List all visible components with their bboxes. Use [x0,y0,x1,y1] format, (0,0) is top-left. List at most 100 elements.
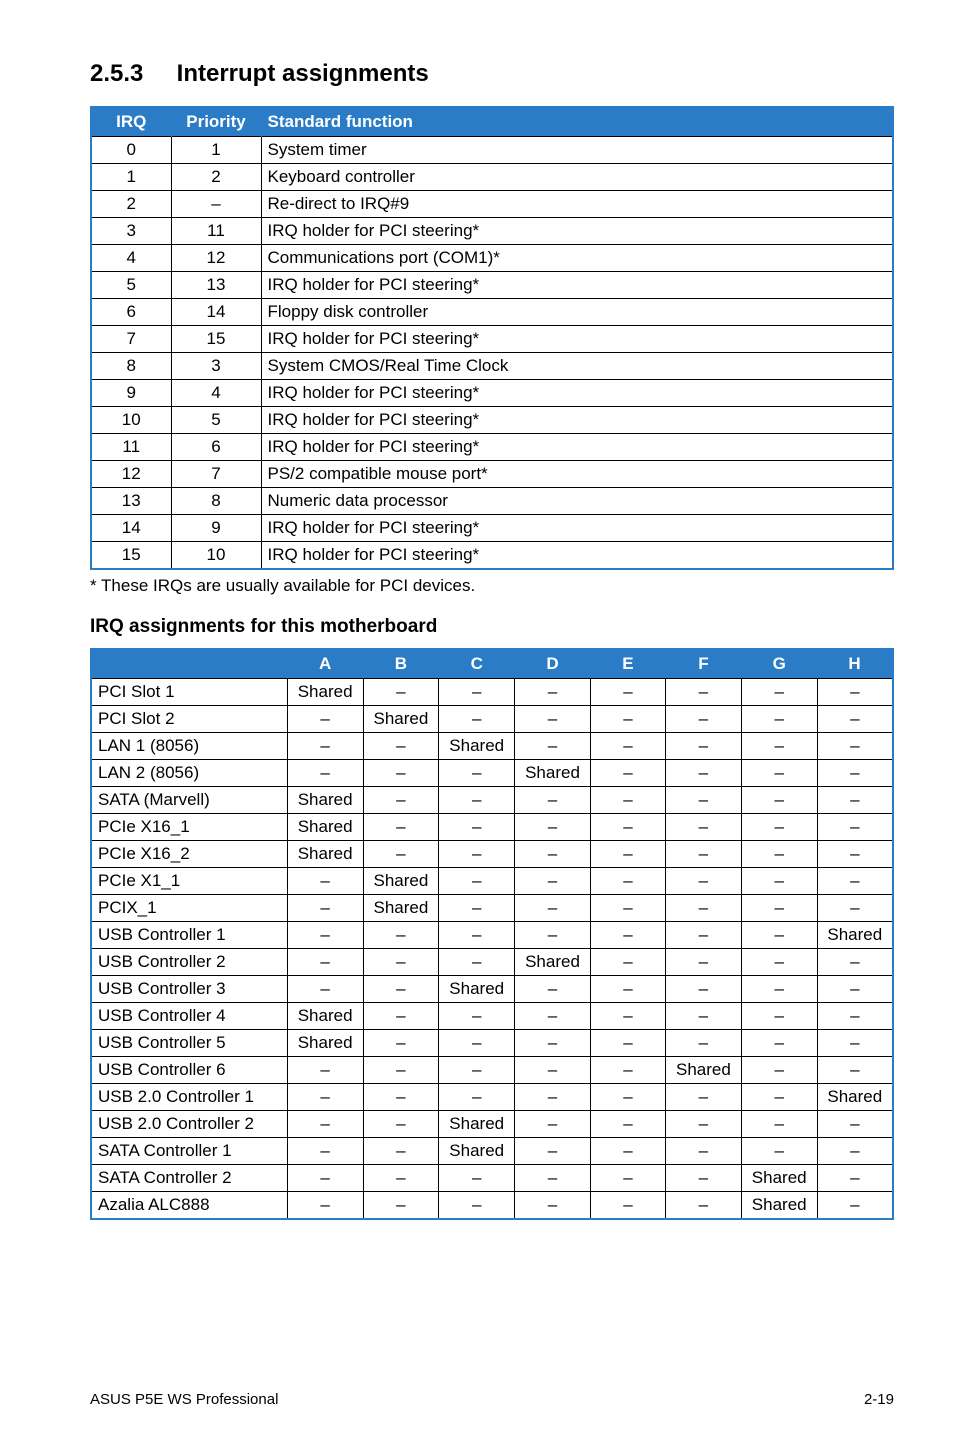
mb-value-cell: – [363,976,439,1003]
mb-value-cell: – [817,787,893,814]
function-cell: System timer [261,137,893,164]
mb-value-cell: – [515,868,591,895]
irq-cell: 11 [91,434,171,461]
mb-value-cell: – [439,1003,515,1030]
table-row: USB Controller 2–––Shared–––– [91,949,893,976]
mb-value-cell: – [363,841,439,868]
table-row: 1510IRQ holder for PCI steering* [91,542,893,570]
mb-value-cell: – [515,922,591,949]
mb-value-cell: – [439,1192,515,1220]
mb-value-cell: – [590,895,665,922]
mb-value-cell: – [363,1084,439,1111]
irq-cell: 6 [91,299,171,326]
mb-row-label: PCIe X1_1 [91,868,287,895]
mb-value-cell: – [817,868,893,895]
function-cell: PS/2 compatible mouse port* [261,461,893,488]
mb-value-cell: – [287,1192,363,1220]
table-row: LAN 2 (8056)–––Shared–––– [91,760,893,787]
mb-row-label: SATA Controller 1 [91,1138,287,1165]
mb-value-cell: – [741,868,817,895]
mb-value-cell: – [287,895,363,922]
irq-header-cell: Standard function [261,107,893,137]
mb-value-cell: Shared [439,1111,515,1138]
function-cell: System CMOS/Real Time Clock [261,353,893,380]
irq-footnote: * These IRQs are usually available for P… [90,576,894,596]
mb-value-cell: – [363,1192,439,1220]
mb-value-cell: – [287,922,363,949]
mb-value-cell: – [590,976,665,1003]
priority-cell: 14 [171,299,261,326]
mb-value-cell: – [515,1003,591,1030]
mb-value-cell: – [287,1111,363,1138]
mb-value-cell: – [666,706,742,733]
mb-row-label: USB Controller 3 [91,976,287,1003]
mb-value-cell: – [439,949,515,976]
mb-value-cell: – [817,1057,893,1084]
mb-value-cell: – [741,1003,817,1030]
mb-value-cell: – [817,895,893,922]
mb-value-cell: – [666,1111,742,1138]
mb-value-cell: – [515,1192,591,1220]
mb-value-cell: – [741,922,817,949]
mb-value-cell: – [741,733,817,760]
mb-value-cell: – [741,895,817,922]
mb-value-cell: – [741,1057,817,1084]
mb-header-cell: D [515,649,591,679]
table-row: 01System timer [91,137,893,164]
function-cell: Numeric data processor [261,488,893,515]
table-row: USB Controller 3––Shared––––– [91,976,893,1003]
mb-row-label: USB Controller 2 [91,949,287,976]
mb-row-label: USB 2.0 Controller 2 [91,1111,287,1138]
mb-value-cell: Shared [287,1030,363,1057]
mb-value-cell: – [741,1111,817,1138]
irq-cell: 1 [91,164,171,191]
irq-table: IRQPriorityStandard function 01System ti… [90,106,894,570]
irq-cell: 0 [91,137,171,164]
mb-value-cell: – [363,814,439,841]
mb-value-cell: – [666,841,742,868]
irq-cell: 14 [91,515,171,542]
mb-value-cell: – [363,1030,439,1057]
irq-cell: 15 [91,542,171,570]
mb-row-label: LAN 1 (8056) [91,733,287,760]
mb-value-cell: – [515,1057,591,1084]
table-row: USB 2.0 Controller 1–––––––Shared [91,1084,893,1111]
table-row: SATA (Marvell)Shared––––––– [91,787,893,814]
mb-value-cell: – [515,706,591,733]
mb-value-cell: – [817,1138,893,1165]
mb-value-cell: Shared [741,1192,817,1220]
mb-value-cell: – [741,1138,817,1165]
mb-value-cell: – [817,760,893,787]
table-row: SATA Controller 1––Shared––––– [91,1138,893,1165]
priority-cell: 2 [171,164,261,191]
mb-value-cell: Shared [287,679,363,706]
mb-value-cell: – [515,1084,591,1111]
section-heading: 2.5.3 Interrupt assignments [90,60,894,88]
mb-value-cell: – [287,706,363,733]
mb-value-cell: – [590,1084,665,1111]
priority-cell: 5 [171,407,261,434]
mb-value-cell: – [741,706,817,733]
irq-cell: 8 [91,353,171,380]
mb-value-cell: – [741,814,817,841]
mb-value-cell: Shared [515,760,591,787]
mb-value-cell: – [363,949,439,976]
mb-value-cell: – [590,1165,665,1192]
mb-value-cell: – [287,1165,363,1192]
table-row: PCIe X16_2Shared––––––– [91,841,893,868]
mb-value-cell: – [666,1030,742,1057]
mb-value-cell: – [590,1030,665,1057]
table-row: 715IRQ holder for PCI steering* [91,326,893,353]
mb-row-label: USB Controller 5 [91,1030,287,1057]
mb-row-label: USB Controller 4 [91,1003,287,1030]
mb-row-label: USB Controller 6 [91,1057,287,1084]
mb-value-cell: – [439,1030,515,1057]
table-row: PCIe X16_1Shared––––––– [91,814,893,841]
mb-row-label: SATA Controller 2 [91,1165,287,1192]
mb-value-cell: – [363,1111,439,1138]
mb-value-cell: – [287,976,363,1003]
mb-value-cell: – [515,1138,591,1165]
section-title-text: Interrupt assignments [177,60,429,87]
mb-value-cell: – [287,760,363,787]
function-cell: Re-direct to IRQ#9 [261,191,893,218]
